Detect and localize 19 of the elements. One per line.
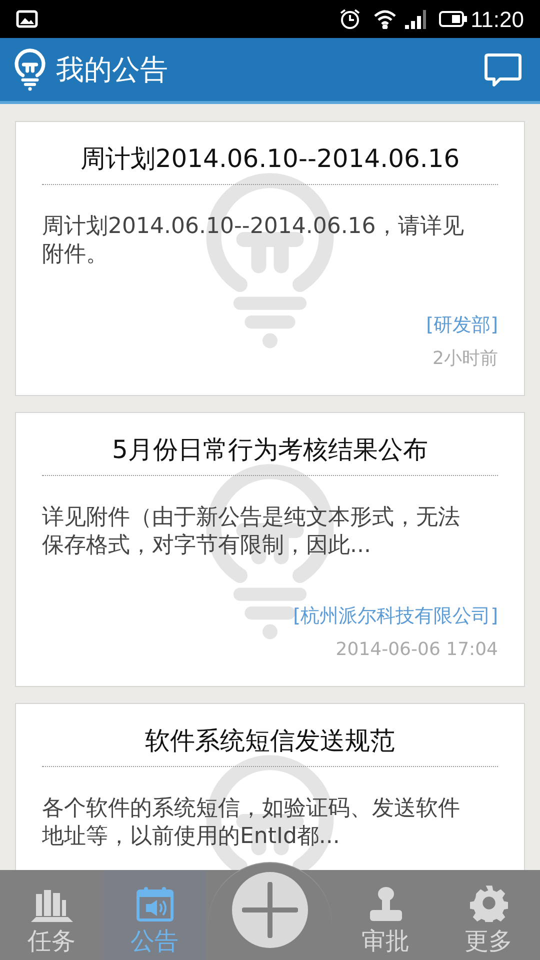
notice-body: 周计划2014.06.10--2014.06.16，请详见附件。 bbox=[42, 213, 465, 269]
notice-body: 详见附件（由于新公告是纯文本形式，无法保存格式，对字节有限制，因此... bbox=[42, 504, 461, 560]
nav-tab[interactable]: 任务 bbox=[0, 870, 103, 960]
notice-card[interactable]: 软件系统短信发送规范 各个软件的系统短信，如验证码、发送软件地址等，以前使用的EntId都... bbox=[15, 703, 525, 870]
notice-title: 周计划2014.06.10--2014.06.16 bbox=[42, 144, 498, 185]
notice-title: 软件系统短信发送规范 bbox=[42, 726, 498, 767]
department-tag: [研发部] bbox=[426, 313, 498, 337]
notice-time: 2014-06-06 17:04 bbox=[336, 638, 498, 662]
notice-card[interactable]: 5月份日常行为考核结果公布 详见附件（由于新公告是纯文本形式，无法保存格式，对字节有限制，因此... [杭州派尔科技有限公司] 2014-06-06 17:04 bbox=[15, 412, 525, 687]
notice-time: 2小时前 bbox=[432, 347, 498, 371]
notice-title: 5月份日常行为考核结果公布 bbox=[42, 435, 498, 476]
clock-time: 11:20 bbox=[470, 6, 524, 34]
department-tag: [杭州派尔科技有限公司] bbox=[293, 604, 498, 628]
notice-body: 各个软件的系统短信，如验证码、发送软件地址等，以前使用的EntId都... bbox=[42, 795, 461, 851]
notice-card[interactable]: 周计划2014.06.10--2014.06.16 周计划2014.06.10--2014.06.16，请详见附件。 [研发部] 2小时前 bbox=[15, 121, 525, 396]
nav-tab[interactable]: 审批 bbox=[334, 870, 437, 960]
nav-tab[interactable]: 更多 bbox=[437, 870, 540, 960]
page-title: 我的公告 bbox=[56, 52, 168, 88]
nav-tab[interactable]: 公告 bbox=[103, 870, 206, 960]
